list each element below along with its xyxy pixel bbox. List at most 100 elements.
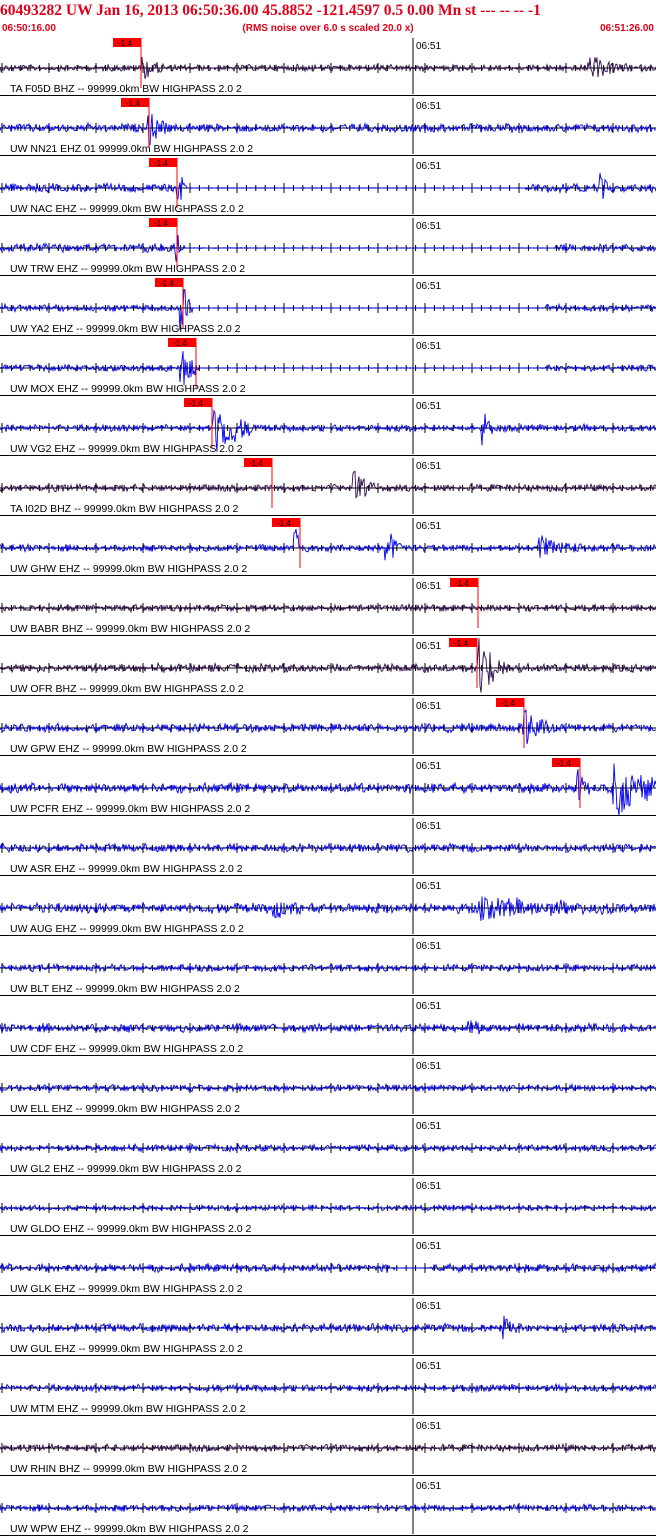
minute-marker-label: 06:51 bbox=[416, 341, 441, 352]
station-label: UW CDF EHZ -- 99999.0km BW HIGHPASS 2.0 … bbox=[10, 1043, 243, 1055]
station-label: UW VG2 EHZ -- 99999.0km BW HIGHPASS 2.0 … bbox=[10, 443, 243, 455]
station-label: UW AUG EHZ -- 99999.0km BW HIGHPASS 2.0 … bbox=[10, 923, 244, 935]
waveform-trace bbox=[0, 962, 656, 973]
pick-label: -1.4 bbox=[501, 699, 515, 708]
minute-marker-label: 06:51 bbox=[416, 1181, 441, 1192]
minute-marker-label: 06:51 bbox=[416, 1301, 441, 1312]
station-label: UW BABR BHZ -- 99999.0km BW HIGHPASS 2.0… bbox=[10, 623, 250, 635]
station-label: UW MOX EHZ -- 99999.0km BW HIGHPASS 2.0 … bbox=[10, 383, 246, 395]
station-label: UW GLDO EHZ -- 99999.0km BW HIGHPASS 2.0… bbox=[10, 1223, 252, 1235]
minute-marker-label: 06:51 bbox=[416, 41, 441, 52]
minute-marker-label: 06:51 bbox=[416, 941, 441, 952]
minute-marker-label: 06:51 bbox=[416, 1061, 441, 1072]
station-label: UW GL2 EHZ -- 99999.0km BW HIGHPASS 2.0 … bbox=[10, 1163, 242, 1175]
plot-subtitle-row: 06:50:16.00 (RMS noise over 6.0 s scaled… bbox=[0, 22, 656, 35]
pick-label: -1.4 bbox=[189, 399, 203, 408]
minute-marker-label: 06:51 bbox=[416, 581, 441, 592]
minute-marker-label: 06:51 bbox=[416, 821, 441, 832]
end-time-label: 06:51:26.00 bbox=[600, 23, 654, 34]
noise-note-label: (RMS noise over 6.0 s scaled 20.0 x) bbox=[242, 23, 414, 34]
station-label: UW WPW EHZ -- 99999.0km BW HIGHPASS 2.0 … bbox=[10, 1523, 249, 1535]
trace-panel: 06:51 -1.4 UW YA2 EHZ -- 99999.0km BW HIGH… bbox=[0, 278, 656, 336]
station-label: UW GLK EHZ -- 99999.0km BW HIGHPASS 2.0 … bbox=[10, 1283, 243, 1295]
trace-panel: 06:51 UW MTM EHZ -- 99999.0km BW HIGHPASS… bbox=[0, 1358, 656, 1416]
waveform-trace bbox=[0, 709, 656, 745]
minute-marker-label: 06:51 bbox=[416, 401, 441, 412]
pick-label: -1.4 bbox=[118, 39, 132, 48]
trace-panel: 06:51 UW GLDO EHZ -- 99999.0km BW HIGHPAS… bbox=[0, 1178, 656, 1236]
trace-panel: 06:51 -1.4 UW PCFR EHZ -- 99999.0km BW HIG… bbox=[0, 758, 656, 816]
station-label: UW NAC EHZ -- 99999.0km BW HIGHPASS 2.0 … bbox=[10, 203, 244, 215]
pick-label: -1.4 bbox=[154, 219, 168, 228]
station-label: UW NN21 EHZ 01 99999.0km BW HIGHPASS 2.0… bbox=[10, 143, 253, 155]
minute-marker-label: 06:51 bbox=[416, 1421, 441, 1432]
pick-label: -1.4 bbox=[557, 759, 571, 768]
minute-marker-label: 06:51 bbox=[416, 1361, 441, 1372]
pick-label: -1.4 bbox=[154, 159, 168, 168]
trace-panel: 06:51 -1.4 UW BABR BHZ -- 99999.0km BW HIG… bbox=[0, 578, 656, 636]
trace-panel: 06:51 -1.4 UW NN21 EHZ 01 99999.0km BW HIG… bbox=[0, 98, 656, 156]
minute-marker-label: 06:51 bbox=[416, 881, 441, 892]
minute-marker-label: 06:51 bbox=[416, 641, 441, 652]
minute-marker-label: 06:51 bbox=[416, 101, 441, 112]
minute-marker-label: 06:51 bbox=[416, 461, 441, 472]
pick-label: -1.4 bbox=[173, 339, 187, 348]
pick-label: -1.4 bbox=[249, 459, 263, 468]
pick-label: -1.4 bbox=[455, 579, 469, 588]
trace-panel: 06:51 UW AUG EHZ -- 99999.0km BW HIGHPASS… bbox=[0, 878, 656, 936]
trace-panel: 06:51 -1.4 UW TRW EHZ -- 99999.0km BW HIGH… bbox=[0, 218, 656, 276]
trace-panel: 06:51 -1.4 UW MOX EHZ -- 99999.0km BW HIGH… bbox=[0, 338, 656, 396]
minute-marker-label: 06:51 bbox=[416, 1241, 441, 1252]
minute-marker-label: 06:51 bbox=[416, 221, 441, 232]
minute-marker-label: 06:51 bbox=[416, 161, 441, 172]
trace-panel: 06:51 UW GL2 EHZ -- 99999.0km BW HIGHPASS… bbox=[0, 1118, 656, 1176]
trace-panel: 06:51 UW CDF EHZ -- 99999.0km BW HIGHPASS… bbox=[0, 998, 656, 1056]
trace-panel: 06:51 -1.4 UW OFR BHZ -- 99999.0km BW HIGH… bbox=[0, 638, 656, 696]
waveform-trace bbox=[0, 1020, 656, 1035]
station-label: UW OFR BHZ -- 99999.0km BW HIGHPASS 2.0 … bbox=[10, 683, 244, 695]
station-label: UW GHW EHZ -- 99999.0km BW HIGHPASS 2.0 … bbox=[10, 563, 247, 575]
trace-panel: 06:51 -1.4 UW NAC EHZ -- 99999.0km BW HIGH… bbox=[0, 158, 656, 216]
plot-title: 60493282 UW Jan 16, 2013 06:50:36.00 45.… bbox=[0, 2, 541, 19]
station-label: TA F05D BHZ -- 99999.0km BW HIGHPASS 2.0… bbox=[10, 83, 242, 95]
trace-panel: 06:51 UW WPW EHZ -- 99999.0km BW HIGHPASS… bbox=[0, 1478, 656, 1536]
minute-marker-label: 06:51 bbox=[416, 761, 441, 772]
pick-label: -1.4 bbox=[277, 519, 291, 528]
pick-label: -1.4 bbox=[160, 279, 174, 288]
minute-marker-label: 06:51 bbox=[416, 1481, 441, 1492]
station-label: UW YA2 EHZ -- 99999.0km BW HIGHPASS 2.0 … bbox=[10, 323, 241, 335]
seismogram-plot: 06:51 -1.4 TA F05D BHZ -- 99999.0km BW HIG… bbox=[0, 38, 656, 1536]
minute-marker-label: 06:51 bbox=[416, 1121, 441, 1132]
station-label: UW TRW EHZ -- 99999.0km BW HIGHPASS 2.0 … bbox=[10, 263, 245, 275]
station-label: UW GPW EHZ -- 99999.0km BW HIGHPASS 2.0 … bbox=[10, 743, 247, 755]
minute-marker-label: 06:51 bbox=[416, 701, 441, 712]
waveform-trace bbox=[0, 114, 656, 147]
station-label: UW MTM EHZ -- 99999.0km BW HIGHPASS 2.0 … bbox=[10, 1403, 246, 1415]
station-label: UW RHIN BHZ -- 99999.0km BW HIGHPASS 2.0… bbox=[10, 1463, 247, 1475]
trace-panel: 06:51 -1.4 UW GHW EHZ -- 99999.0km BW HIGH… bbox=[0, 518, 656, 576]
waveform-trace bbox=[0, 528, 656, 561]
minute-marker-label: 06:51 bbox=[416, 281, 441, 292]
trace-panel: 06:51 UW GUL EHZ -- 99999.0km BW HIGHPASS… bbox=[0, 1298, 656, 1356]
trace-panel: 06:51 UW ELL EHZ -- 99999.0km BW HIGHPASS… bbox=[0, 1058, 656, 1116]
trace-panel: 06:51 -1.4 UW VG2 EHZ -- 99999.0km BW HIGH… bbox=[0, 398, 656, 456]
trace-panel: 06:51 -1.4 TA F05D BHZ -- 99999.0km BW HIG… bbox=[0, 38, 656, 96]
pick-label: -1.4 bbox=[454, 639, 468, 648]
station-label: UW PCFR EHZ -- 99999.0km BW HIGHPASS 2.0… bbox=[10, 803, 250, 815]
minute-marker-label: 06:51 bbox=[416, 1001, 441, 1012]
trace-panel: 06:51 UW ASR EHZ -- 99999.0km BW HIGHPASS… bbox=[0, 818, 656, 876]
waveform-trace bbox=[0, 896, 656, 921]
station-label: UW GUL EHZ -- 99999.0km BW HIGHPASS 2.0 … bbox=[10, 1343, 243, 1355]
trace-panel: 06:51 UW GLK EHZ -- 99999.0km BW HIGHPASS… bbox=[0, 1238, 656, 1296]
waveform-trace bbox=[0, 470, 656, 499]
station-label: UW ELL EHZ -- 99999.0km BW HIGHPASS 2.0 … bbox=[10, 1103, 240, 1115]
station-label: TA I02D BHZ -- 99999.0km BW HIGHPASS 2.0… bbox=[10, 503, 239, 515]
waveform-trace bbox=[0, 173, 656, 200]
trace-panel: 06:51 -1.4 TA I02D BHZ -- 99999.0km BW HIG… bbox=[0, 458, 656, 516]
trace-panel: 06:51 -1.4 UW GPW EHZ -- 99999.0km BW HIGH… bbox=[0, 698, 656, 756]
station-label: UW BLT EHZ -- 99999.0km BW HIGHPASS 2.0 … bbox=[10, 983, 240, 995]
trace-panel: 06:51 UW BLT EHZ -- 99999.0km BW HIGHPASS… bbox=[0, 938, 656, 996]
station-label: UW ASR EHZ -- 99999.0km BW HIGHPASS 2.0 … bbox=[10, 863, 243, 875]
pick-label: -1.4 bbox=[126, 99, 140, 108]
minute-marker-label: 06:51 bbox=[416, 521, 441, 532]
